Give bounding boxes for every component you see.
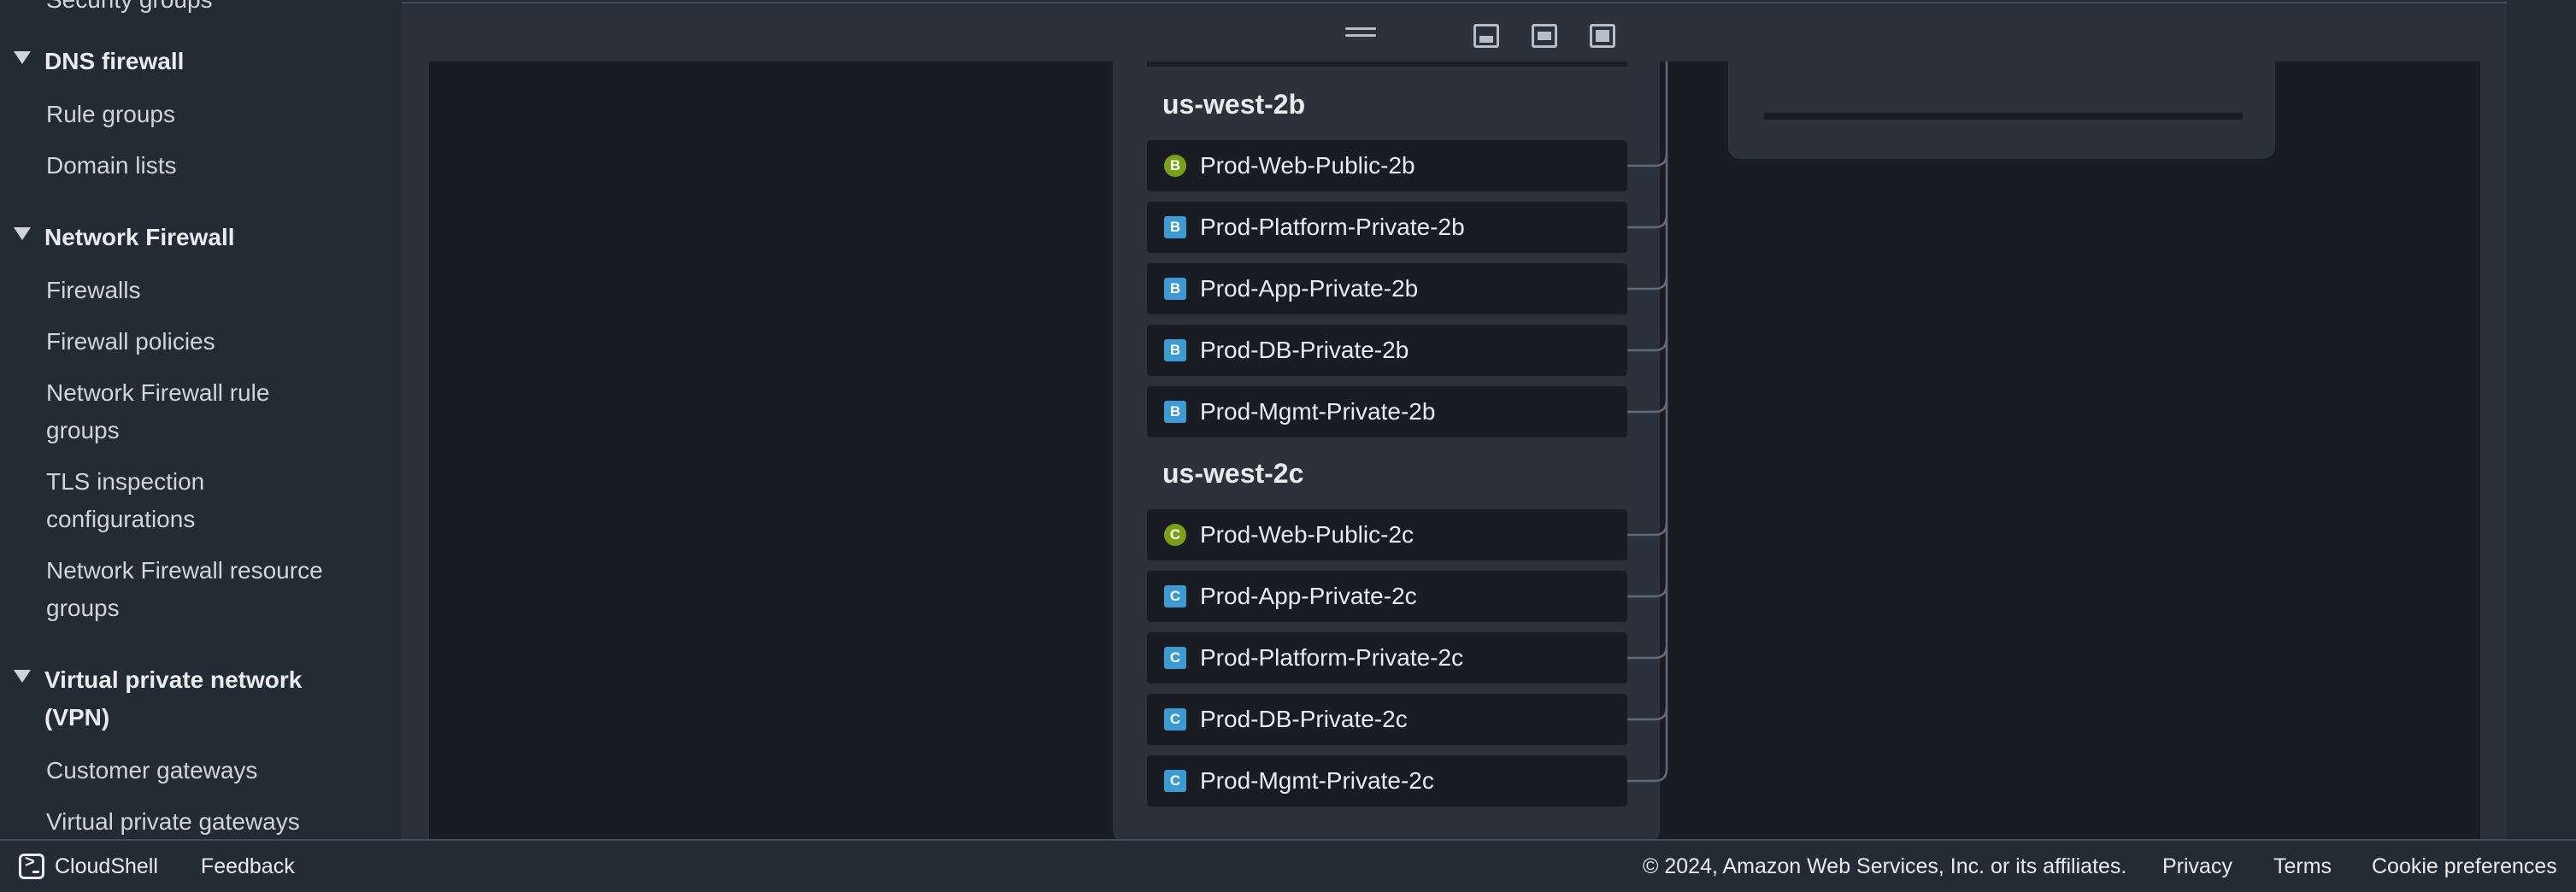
sidebar-section-dns-firewall[interactable]: DNS firewall [14,43,335,80]
route-table-card [1728,62,2275,159]
sidebar-item-customer-gateways[interactable]: Customer gateways [46,752,345,789]
subnet-label: Prod-Web-Public-2c [1200,521,1414,548]
sidebar-item-domain-lists[interactable]: Domain lists [46,147,345,185]
az-title-us-west-2c: us-west-2c [1162,458,1304,489]
subnet-row-clipped [1147,62,1627,67]
privacy-link[interactable]: Privacy [2162,854,2232,879]
subnet-label: Prod-DB-Private-2b [1200,337,1409,363]
panel-center-icon[interactable] [1532,24,1557,48]
sidebar-item-security-groups[interactable]: Security groups [46,0,213,14]
private-subnet-icon: C [1164,708,1186,731]
subnet-label: Prod-DB-Private-2c [1200,706,1408,732]
resource-map-panel: us-west-2b B Prod-Web-Public-2b B Prod-P… [402,2,2507,842]
caret-down-icon [14,227,31,240]
subnet-prod-db-private-2c[interactable]: C Prod-DB-Private-2c [1147,694,1627,745]
subnet-prod-platform-private-2b[interactable]: B Prod-Platform-Private-2b [1147,202,1627,253]
sidebar-section-title: Virtual private network (VPN) [44,666,303,731]
sidebar-section-vpn[interactable]: Virtual private network (VPN) [14,661,335,736]
subnet-prod-db-private-2b[interactable]: B Prod-DB-Private-2b [1147,325,1627,376]
private-subnet-icon: B [1164,216,1186,238]
subnet-prod-app-private-2b[interactable]: B Prod-App-Private-2b [1147,263,1627,314]
terminal-icon [19,853,44,879]
cloudshell-label: CloudShell [55,854,158,878]
subnet-prod-mgmt-private-2c[interactable]: C Prod-Mgmt-Private-2c [1147,755,1627,807]
cloudshell-button[interactable]: CloudShell [19,853,158,879]
private-subnet-icon: B [1164,278,1186,300]
public-subnet-icon: C [1164,524,1186,546]
private-subnet-icon: C [1164,647,1186,669]
sidebar-item-network-firewall-resource-groups[interactable]: Network Firewall resource groups [46,552,345,627]
sidebar-item-network-firewall-rule-groups[interactable]: Network Firewall rule groups [46,374,345,449]
main-area: us-west-2b B Prod-Web-Public-2b B Prod-P… [402,0,2576,842]
subnet-label: Prod-Platform-Private-2c [1200,644,1464,671]
sidebar-item-virtual-private-gateways[interactable]: Virtual private gateways [46,803,345,839]
private-subnet-icon: C [1164,770,1186,792]
sidebar-item-firewalls[interactable]: Firewalls [46,272,345,309]
az-title-us-west-2b: us-west-2b [1162,89,1306,120]
sidebar-item-rule-groups[interactable]: Rule groups [46,96,345,133]
caret-down-icon [14,670,31,683]
caret-down-icon [14,51,31,64]
terms-link[interactable]: Terms [2273,854,2332,879]
private-subnet-icon: B [1164,339,1186,361]
panel-fullscreen-icon[interactable] [1590,24,1615,48]
private-subnet-icon: C [1164,585,1186,607]
footer: CloudShell Feedback © 2024, Amazon Web S… [0,839,2576,892]
cookie-preferences-link[interactable]: Cookie preferences [2372,854,2557,879]
public-subnet-icon: B [1164,155,1186,177]
sidebar-section-network-firewall[interactable]: Network Firewall [14,219,335,256]
sidebar-section-title: Network Firewall [44,224,235,250]
sidebar-section-title: DNS firewall [44,48,185,74]
sidebar-item-firewall-policies[interactable]: Firewall policies [46,323,345,361]
subnet-label: Prod-Web-Public-2b [1200,152,1415,179]
subnet-prod-web-public-2c[interactable]: C Prod-Web-Public-2c [1147,509,1627,560]
subnet-prod-web-public-2b[interactable]: B Prod-Web-Public-2b [1147,140,1627,191]
panel-bottom-icon[interactable] [1473,24,1499,48]
subnet-label: Prod-App-Private-2b [1200,275,1419,302]
resource-map-canvas[interactable]: us-west-2b B Prod-Web-Public-2b B Prod-P… [429,62,2480,842]
sidebar: Security groups DNS firewall Rule groups… [0,0,402,839]
subnet-prod-mgmt-private-2b[interactable]: B Prod-Mgmt-Private-2b [1147,386,1627,437]
sidebar-item-tls-inspection-configurations[interactable]: TLS inspection configurations [46,463,345,538]
subnet-label: Prod-App-Private-2c [1200,583,1417,609]
panel-resize-handle-icon[interactable] [1345,27,1376,38]
private-subnet-icon: B [1164,401,1186,423]
subnet-label: Prod-Mgmt-Private-2c [1200,767,1434,794]
subnet-label: Prod-Platform-Private-2b [1200,214,1465,240]
feedback-link[interactable]: Feedback [201,854,295,879]
subnet-label: Prod-Mgmt-Private-2b [1200,398,1436,425]
subnet-prod-app-private-2c[interactable]: C Prod-App-Private-2c [1147,571,1627,622]
copyright-text: © 2024, Amazon Web Services, Inc. or its… [1643,854,2127,878]
subnet-prod-platform-private-2c[interactable]: C Prod-Platform-Private-2c [1147,632,1627,684]
